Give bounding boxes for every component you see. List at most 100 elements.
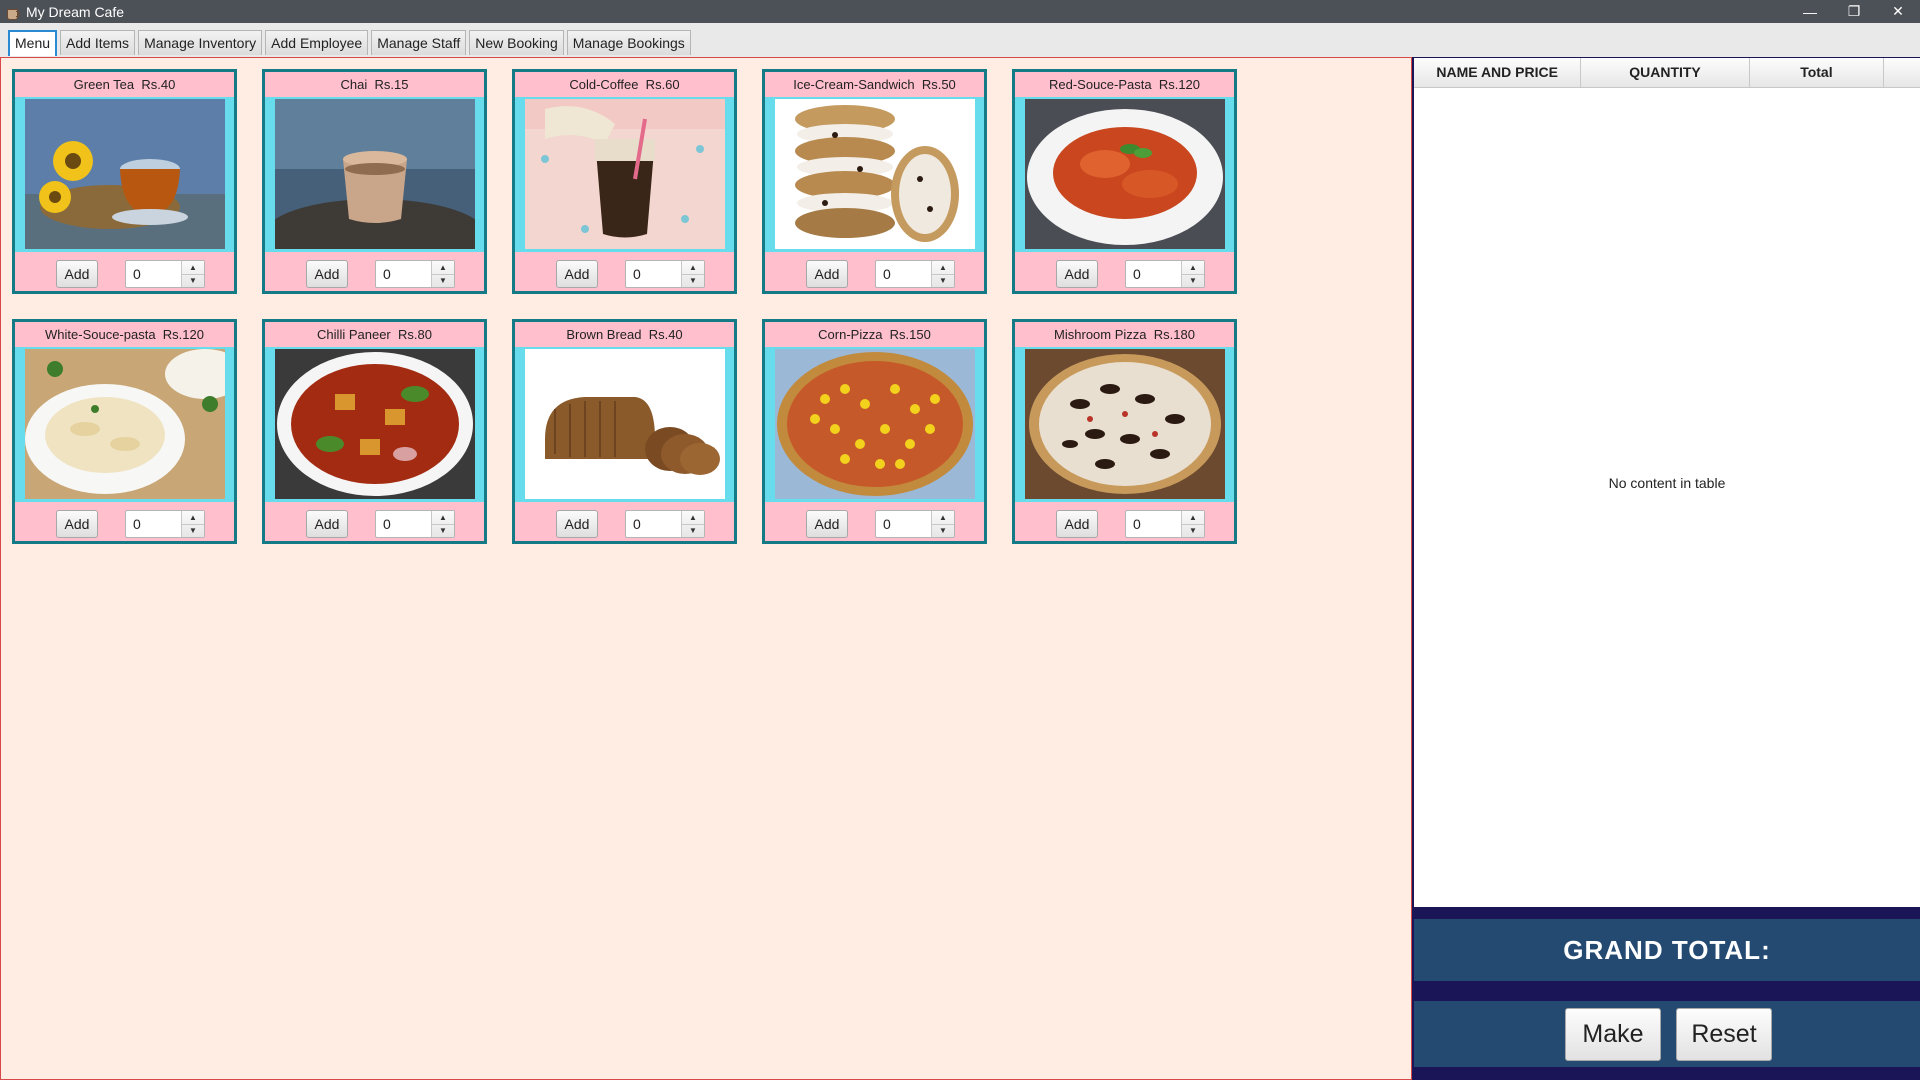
cafe-cup-icon: [6, 5, 20, 20]
cold-coffee-image: [525, 99, 725, 249]
decrement-arrow-icon[interactable]: ▼: [432, 525, 454, 538]
item-title: White-Souce-pasta Rs.120: [45, 327, 204, 342]
order-table[interactable]: NAME AND PRICE QUANTITY Total No content…: [1414, 58, 1920, 907]
quantity-stepper[interactable]: 0 ▲ ▼: [1125, 510, 1205, 538]
decrement-arrow-icon[interactable]: ▼: [932, 275, 954, 288]
item-title: Red-Souce-Pasta Rs.120: [1048, 77, 1201, 92]
add-button[interactable]: Add: [806, 260, 848, 288]
add-button[interactable]: Add: [306, 510, 348, 538]
increment-arrow-icon[interactable]: ▲: [1182, 511, 1204, 525]
tab-manage-bookings[interactable]: Manage Bookings: [566, 30, 691, 55]
order-panel: NAME AND PRICE QUANTITY Total No content…: [1412, 57, 1920, 1080]
item-title: Green Tea Rs.40: [73, 77, 176, 92]
menu-area: Green Tea Rs.40 Add 0 ▲ ▼ Chai Rs.15 Add…: [0, 57, 1412, 1080]
order-actions: Make Reset: [1414, 1001, 1920, 1067]
item-title: Chai Rs.15: [340, 77, 409, 92]
tab-menu[interactable]: Menu: [8, 30, 58, 56]
increment-arrow-icon[interactable]: ▲: [1182, 261, 1204, 275]
quantity-value[interactable]: 0: [1126, 511, 1181, 537]
decrement-arrow-icon[interactable]: ▼: [682, 275, 704, 288]
minimize-button[interactable]: —: [1788, 0, 1832, 23]
increment-arrow-icon[interactable]: ▲: [932, 511, 954, 525]
quantity-value[interactable]: 0: [1126, 261, 1181, 287]
white-souce-pasta-image: [25, 349, 225, 499]
add-button[interactable]: Add: [556, 260, 598, 288]
quantity-value[interactable]: 0: [876, 261, 931, 287]
quantity-value[interactable]: 0: [626, 261, 681, 287]
reset-button[interactable]: Reset: [1676, 1008, 1772, 1061]
quantity-stepper[interactable]: 0 ▲ ▼: [875, 510, 955, 538]
quantity-value[interactable]: 0: [126, 511, 181, 537]
tab-list: Menu Add Items Manage Inventory Add Empl…: [8, 30, 694, 56]
menu-card-mishroom-pizza: Mishroom Pizza Rs.180 Add 0 ▲ ▼: [1012, 319, 1237, 544]
increment-arrow-icon[interactable]: ▲: [182, 511, 204, 525]
quantity-stepper[interactable]: 0 ▲ ▼: [875, 260, 955, 288]
menu-card-ice-cream-sandwich: Ice-Cream-Sandwich Rs.50 Add 0 ▲ ▼: [762, 69, 987, 294]
brown-bread-image: [525, 349, 725, 499]
decrement-arrow-icon[interactable]: ▼: [682, 525, 704, 538]
quantity-stepper[interactable]: 0 ▲ ▼: [125, 510, 205, 538]
menu-card-brown-bread: Brown Bread Rs.40 Add 0 ▲ ▼: [512, 319, 737, 544]
quantity-stepper[interactable]: 0 ▲ ▼: [625, 510, 705, 538]
chai-image: [275, 99, 475, 249]
quantity-value[interactable]: 0: [876, 511, 931, 537]
tab-manage-inventory[interactable]: Manage Inventory: [138, 30, 263, 55]
add-button[interactable]: Add: [806, 510, 848, 538]
title-bar: My Dream Cafe — ❐ ✕: [0, 0, 1920, 23]
menu-card-cold-coffee: Cold-Coffee Rs.60 Add 0 ▲ ▼: [512, 69, 737, 294]
quantity-stepper[interactable]: 0 ▲ ▼: [375, 260, 455, 288]
increment-arrow-icon[interactable]: ▲: [432, 511, 454, 525]
tab-bar: Menu Add Items Manage Inventory Add Empl…: [0, 23, 1920, 58]
quantity-stepper[interactable]: 0 ▲ ▼: [1125, 260, 1205, 288]
menu-card-white-souce-pasta: White-Souce-pasta Rs.120 Add 0 ▲ ▼: [12, 319, 237, 544]
decrement-arrow-icon[interactable]: ▼: [1182, 525, 1204, 538]
quantity-value[interactable]: 0: [626, 511, 681, 537]
add-button[interactable]: Add: [56, 260, 98, 288]
make-button[interactable]: Make: [1565, 1008, 1661, 1061]
window-controls: — ❐ ✕: [1788, 0, 1920, 23]
tab-add-employee[interactable]: Add Employee: [265, 30, 369, 55]
quantity-value[interactable]: 0: [126, 261, 181, 287]
close-button[interactable]: ✕: [1876, 0, 1920, 23]
increment-arrow-icon[interactable]: ▲: [182, 261, 204, 275]
grand-total-panel: GRAND TOTAL:: [1414, 919, 1920, 981]
add-button[interactable]: Add: [556, 510, 598, 538]
quantity-stepper[interactable]: 0 ▲ ▼: [125, 260, 205, 288]
quantity-value[interactable]: 0: [376, 511, 431, 537]
quantity-stepper[interactable]: 0 ▲ ▼: [625, 260, 705, 288]
increment-arrow-icon[interactable]: ▲: [432, 261, 454, 275]
green-tea-image: [25, 99, 225, 249]
increment-arrow-icon[interactable]: ▲: [932, 261, 954, 275]
add-button[interactable]: Add: [56, 510, 98, 538]
item-title: Chilli Paneer Rs.80: [317, 327, 432, 342]
increment-arrow-icon[interactable]: ▲: [682, 511, 704, 525]
mishroom-pizza-image: [1025, 349, 1225, 499]
tab-new-booking[interactable]: New Booking: [469, 30, 564, 55]
item-title: Brown Bread Rs.40: [566, 327, 683, 342]
quantity-value[interactable]: 0: [376, 261, 431, 287]
decrement-arrow-icon[interactable]: ▼: [1182, 275, 1204, 288]
menu-card-corn-pizza: Corn-Pizza Rs.150 Add 0 ▲ ▼: [762, 319, 987, 544]
decrement-arrow-icon[interactable]: ▼: [932, 525, 954, 538]
chilli-paneer-image: [275, 349, 475, 499]
ice-cream-sandwich-image: [775, 99, 975, 249]
add-button[interactable]: Add: [1056, 260, 1098, 288]
empty-table-message: No content in table: [1608, 474, 1726, 491]
increment-arrow-icon[interactable]: ▲: [682, 261, 704, 275]
tab-add-items[interactable]: Add Items: [60, 30, 136, 55]
menu-card-chai: Chai Rs.15 Add 0 ▲ ▼: [262, 69, 487, 294]
item-title: Ice-Cream-Sandwich Rs.50: [793, 77, 956, 92]
item-title: Mishroom Pizza Rs.180: [1054, 327, 1195, 342]
decrement-arrow-icon[interactable]: ▼: [182, 525, 204, 538]
item-title: Cold-Coffee Rs.60: [569, 77, 680, 92]
restore-button[interactable]: ❐: [1832, 0, 1876, 23]
menu-card-green-tea: Green Tea Rs.40 Add 0 ▲ ▼: [12, 69, 237, 294]
decrement-arrow-icon[interactable]: ▼: [182, 275, 204, 288]
quantity-stepper[interactable]: 0 ▲ ▼: [375, 510, 455, 538]
red-souce-pasta-image: [1025, 99, 1225, 249]
add-button[interactable]: Add: [306, 260, 348, 288]
menu-card-chilli-paneer: Chilli Paneer Rs.80 Add 0 ▲ ▼: [262, 319, 487, 544]
tab-manage-staff[interactable]: Manage Staff: [371, 30, 467, 55]
add-button[interactable]: Add: [1056, 510, 1098, 538]
decrement-arrow-icon[interactable]: ▼: [432, 275, 454, 288]
